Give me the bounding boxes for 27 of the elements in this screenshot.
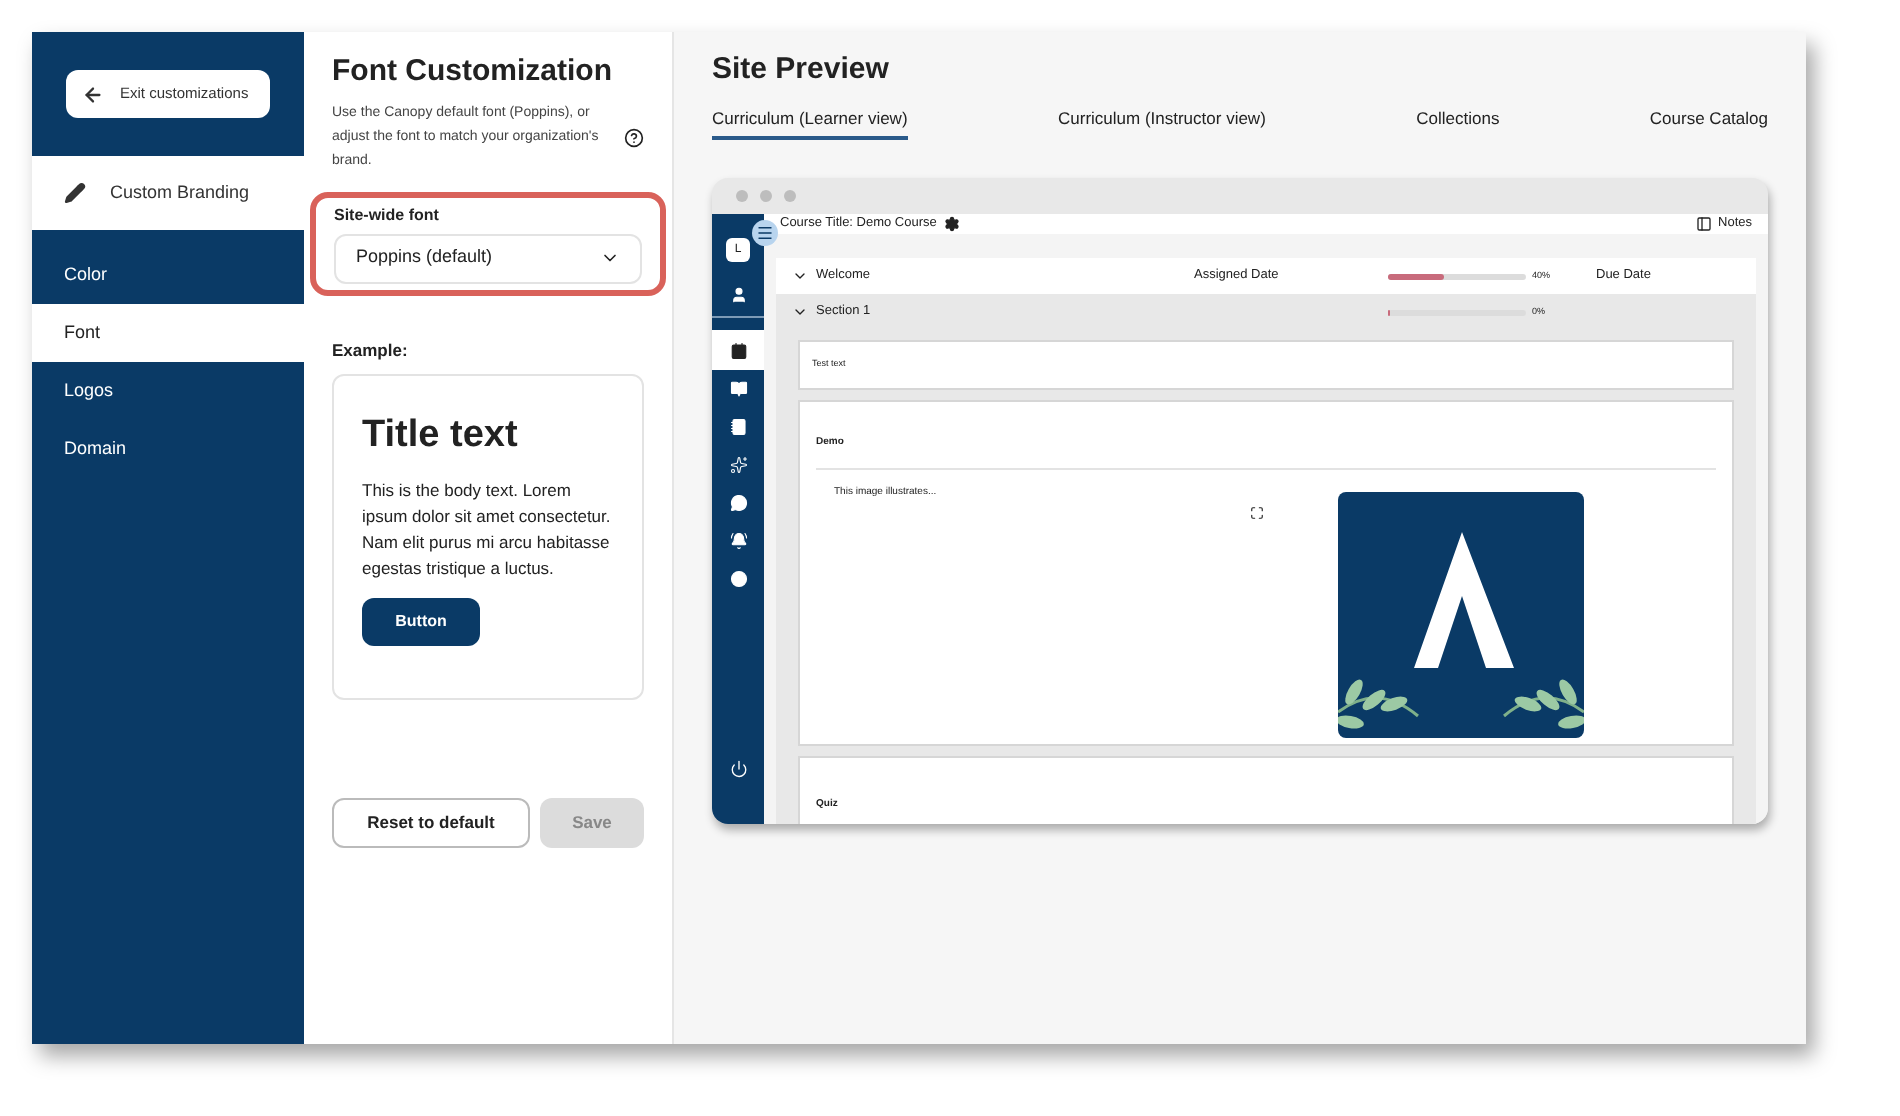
example-label: Example:: [332, 337, 410, 363]
panel-icon: [1696, 216, 1713, 233]
nav-item[interactable]: Color: [32, 246, 304, 304]
tab[interactable]: Collections: [1416, 105, 1500, 141]
tab[interactable]: Curriculum (Learner view): [712, 105, 908, 141]
example-body: This is the body text. Lorem ipsum dolor sit amet consectetur. Nam elit purus mi arcu habitasse egestas tristique a luctus.: [362, 477, 613, 582]
tab[interactable]: Curriculum (Instructor view): [1058, 105, 1266, 141]
tab[interactable]: Course Catalog: [1649, 105, 1768, 141]
chevron-icon[interactable]: [792, 268, 808, 284]
nav-item[interactable]: Font: [32, 304, 304, 362]
nav-item[interactable]: Domain: [32, 420, 304, 478]
panel-title: Font Customization: [332, 52, 614, 92]
example-title: Title text: [362, 412, 520, 461]
field-label: Site-wide font: [334, 203, 441, 227]
help-icon[interactable]: [624, 127, 644, 147]
preview-title: Site Preview: [712, 50, 891, 90]
section-header: Custom Branding: [32, 156, 304, 230]
reset-button[interactable]: Reset to default: [332, 798, 530, 849]
example-button[interactable]: Button: [362, 597, 480, 646]
menu-icon[interactable]: [752, 220, 778, 247]
font-select[interactable]: Poppins (default): [334, 233, 642, 283]
arrow-left-icon: [82, 83, 104, 105]
pencil-icon: [64, 182, 86, 204]
expand-icon[interactable]: [1250, 506, 1264, 520]
nav-item[interactable]: Logos: [32, 362, 304, 420]
chevron-icon[interactable]: [792, 304, 808, 320]
gear-icon[interactable]: [944, 216, 961, 233]
